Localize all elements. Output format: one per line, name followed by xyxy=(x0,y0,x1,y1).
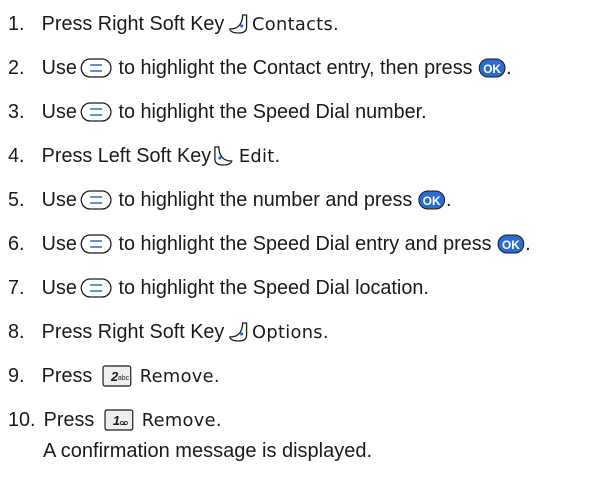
left-soft-key-icon xyxy=(213,145,235,167)
step-10: 10. Press 1 Remove. xyxy=(8,404,600,436)
navigation-key-icon xyxy=(79,57,113,79)
step-text: to highlight the Contact entry, then pre… xyxy=(118,56,473,79)
navigation-key-icon xyxy=(79,233,113,255)
key-letters: abc xyxy=(118,375,130,382)
step-1: 1. Press Right Soft Key Contacts. xyxy=(8,8,600,40)
step-text: Press Right Soft Key xyxy=(41,320,225,343)
step-text-pre: Use xyxy=(41,56,77,79)
step-text: Press xyxy=(43,408,95,431)
step-text-post: . xyxy=(525,232,531,255)
svg-text:OK: OK xyxy=(423,194,441,208)
screen-label: Edit. xyxy=(238,145,281,167)
step-text-post: . xyxy=(445,188,452,211)
step-text-pre: Use xyxy=(41,100,77,123)
step-number: 3. xyxy=(8,100,25,123)
confirmation-note: A confirmation message is displayed. xyxy=(43,439,373,462)
key-digit: 1 xyxy=(113,413,120,428)
screen-label: Contacts. xyxy=(252,13,340,35)
step-2: 2. Use to highlight the Contact entry, t… xyxy=(8,52,600,84)
step-text: Press xyxy=(41,364,93,387)
key-1-voicemail-icon: 1 xyxy=(104,409,134,431)
key-2-abc-icon: 2 abc xyxy=(102,365,132,387)
step-9: 9. Press 2 abc Remove. xyxy=(8,360,600,392)
step-number: 1. xyxy=(8,12,25,35)
step-number: 7. xyxy=(8,276,25,299)
screen-label: Remove. xyxy=(139,365,220,387)
svg-text:OK: OK xyxy=(502,238,520,252)
step-number: 4. xyxy=(8,144,25,167)
step-5: 5. Use to highlight the number and press… xyxy=(8,184,600,216)
step-number: 5. xyxy=(8,188,25,211)
step-6: 6. Use to highlight the Speed Dial entry… xyxy=(8,228,600,260)
step-text: to highlight the Speed Dial number. xyxy=(118,100,427,123)
step-number: 8. xyxy=(8,320,25,343)
instruction-steps: 1. Press Right Soft Key Contacts. 2. Use… xyxy=(0,0,606,478)
step-7: 7. Use to highlight the Speed Dial locat… xyxy=(8,272,600,304)
ok-key-icon: OK xyxy=(498,234,526,254)
navigation-key-icon xyxy=(79,101,113,123)
screen-label: Remove. xyxy=(141,409,222,431)
step-text: to highlight the number and press xyxy=(118,188,413,211)
right-soft-key-icon xyxy=(226,321,248,343)
step-number: 2. xyxy=(8,56,25,79)
step-text-post: . xyxy=(506,56,512,79)
step-text: to highlight the Speed Dial location. xyxy=(118,276,429,299)
step-text-pre: Use xyxy=(41,232,77,255)
step-text: Press Left Soft Key xyxy=(41,144,212,167)
step-text-pre: Use xyxy=(41,276,77,299)
navigation-key-icon xyxy=(79,277,113,299)
step-number: 9. xyxy=(8,364,25,387)
ok-key-icon: OK xyxy=(418,190,446,210)
step-text: Press Right Soft Key xyxy=(41,12,225,35)
step-text-pre: Use xyxy=(41,188,77,211)
ok-key-icon: OK xyxy=(478,58,506,78)
step-3: 3. Use to highlight the Speed Dial numbe… xyxy=(8,96,600,128)
step-8: 8. Press Right Soft Key Options. xyxy=(8,316,600,348)
step-4: 4. Press Left Soft Key Edit. xyxy=(8,140,600,172)
navigation-key-icon xyxy=(79,189,113,211)
step-number: 6. xyxy=(8,232,25,255)
svg-text:OK: OK xyxy=(483,62,501,76)
step-number: 10. xyxy=(8,408,36,431)
screen-label: Options. xyxy=(252,321,329,343)
right-soft-key-icon xyxy=(226,13,248,35)
step-text: to highlight the Speed Dial entry and pr… xyxy=(118,232,492,255)
